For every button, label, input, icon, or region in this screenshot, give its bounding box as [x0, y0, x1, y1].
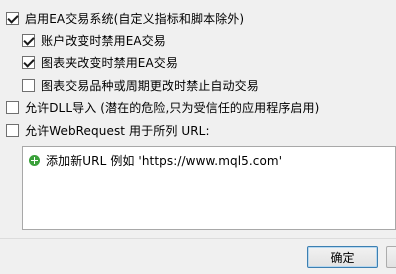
- disable-on-account-change-label: 账户改变时禁用EA交易: [41, 33, 166, 48]
- disable-on-account-change-checkbox[interactable]: [22, 33, 35, 47]
- disable-on-profile-change-option[interactable]: 图表夹改变时禁用EA交易: [22, 53, 178, 71]
- disable-on-account-change-option[interactable]: 账户改变时禁用EA交易: [22, 31, 166, 49]
- allow-webrequest-option[interactable]: 允许WebRequest 用于所列 URL:: [6, 121, 210, 139]
- enable-ea-checkbox[interactable]: [6, 11, 19, 25]
- ok-button[interactable]: 确定: [307, 246, 378, 268]
- allow-dll-option[interactable]: 允许DLL导入 (潜在的危险,只为受信任的应用程序启用): [6, 98, 319, 116]
- allow-dll-label: 允许DLL导入 (潜在的危险,只为受信任的应用程序启用): [25, 100, 320, 115]
- add-url-item[interactable]: 添加新URL 例如 'https://www.mql5.com': [29, 152, 282, 169]
- allow-webrequest-label: 允许WebRequest 用于所列 URL:: [25, 123, 210, 138]
- enable-ea-option[interactable]: 启用EA交易系统(自定义指标和脚本除外): [6, 9, 244, 27]
- add-url-label: 添加新URL 例如 'https://www.mql5.com': [46, 154, 283, 168]
- cancel-button-partial[interactable]: [386, 246, 396, 268]
- allow-dll-checkbox[interactable]: [6, 100, 19, 114]
- url-list[interactable]: 添加新URL 例如 'https://www.mql5.com': [22, 146, 396, 230]
- enable-ea-label: 启用EA交易系统(自定义指标和脚本除外): [25, 11, 245, 26]
- dialog-footer: 确定: [0, 238, 396, 274]
- disable-on-profile-change-label: 图表夹改变时禁用EA交易: [41, 55, 178, 70]
- disable-autotrade-on-chart-change-option[interactable]: 图表交易品种或周期更改时禁止自动交易: [22, 76, 259, 94]
- disable-autotrade-on-chart-change-label: 图表交易品种或周期更改时禁止自动交易: [41, 78, 259, 93]
- allow-webrequest-checkbox[interactable]: [6, 123, 19, 137]
- disable-autotrade-on-chart-change-checkbox[interactable]: [22, 78, 35, 92]
- disable-on-profile-change-checkbox[interactable]: [22, 55, 35, 69]
- plus-circle-icon: [29, 155, 40, 166]
